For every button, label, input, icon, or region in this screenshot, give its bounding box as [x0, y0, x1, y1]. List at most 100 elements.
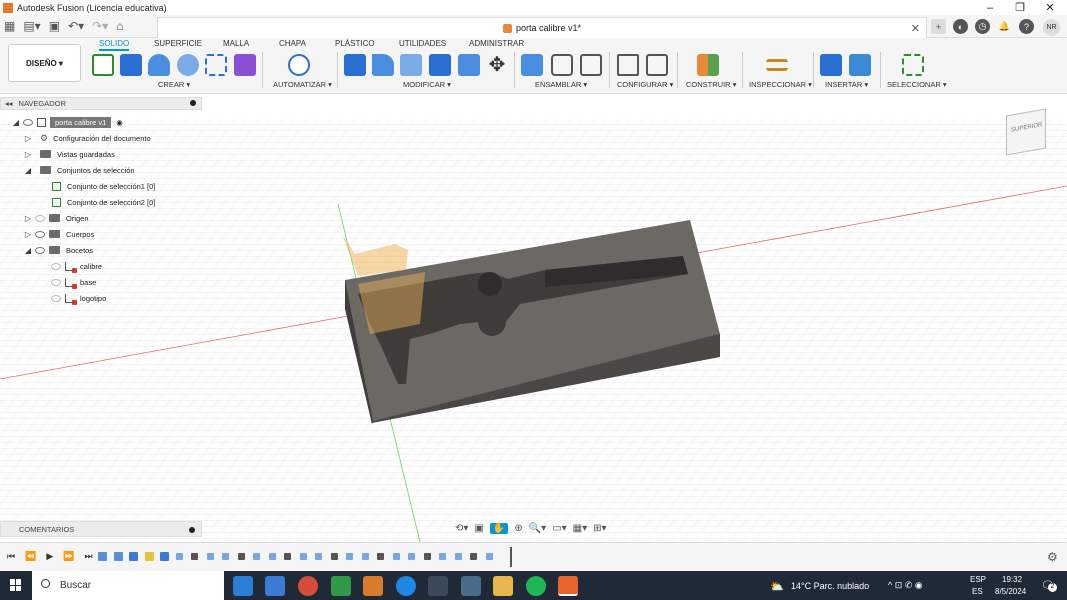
group-crear[interactable]: CREAR ▾: [158, 80, 190, 89]
new-tab-button[interactable]: +: [931, 19, 946, 34]
timeline-settings-icon[interactable]: ⚙: [1047, 550, 1058, 564]
user-avatar[interactable]: NR: [1043, 19, 1060, 36]
weather-icon[interactable]: ⛅: [770, 580, 784, 593]
group-seleccionar[interactable]: SELECCIONAR ▾: [887, 80, 947, 89]
timeline-feature-icon[interactable]: [160, 552, 169, 561]
collapsed-arrow-icon[interactable]: ▷: [24, 230, 32, 239]
document-tab[interactable]: porta calibre v1* ✕: [157, 17, 927, 38]
fit-icon[interactable]: 🔍▾: [529, 523, 546, 534]
timeline-feature-icon[interactable]: [454, 553, 462, 560]
view-cube[interactable]: SUPERIOR: [1006, 108, 1046, 156]
move-icon[interactable]: ✥: [486, 54, 508, 76]
comments-pin-icon[interactable]: [189, 527, 195, 533]
revolve-icon[interactable]: [148, 54, 170, 76]
tree-item-sketches[interactable]: ◢ Bocetos: [24, 243, 93, 257]
hole-icon[interactable]: [177, 54, 199, 76]
create-sketch-icon[interactable]: [92, 54, 114, 76]
fusion-app-icon[interactable]: [558, 576, 578, 596]
timeline-feature-icon[interactable]: [485, 553, 493, 560]
timeline-feature-icon[interactable]: [253, 553, 260, 560]
play-icon[interactable]: ▶: [46, 551, 53, 562]
timeline-feature-icon[interactable]: [299, 553, 307, 560]
pan-icon[interactable]: ✋: [489, 522, 509, 534]
look-at-icon[interactable]: ▣: [474, 523, 483, 534]
timeline-feature-icon[interactable]: [113, 552, 123, 561]
home-icon[interactable]: ⌂: [116, 19, 123, 33]
help-icon[interactable]: ?: [1019, 19, 1034, 34]
browser-header[interactable]: ◂◂ NAVEGADOR: [0, 97, 202, 110]
expanded-arrow-icon[interactable]: ◢: [24, 166, 32, 175]
timeline-feature-icon[interactable]: [361, 553, 369, 560]
redo-icon[interactable]: ↷▾: [92, 19, 108, 33]
timeline-feature-icon[interactable]: [377, 553, 384, 560]
timeline-feature-icon[interactable]: [315, 553, 322, 560]
windows-start-icon[interactable]: [10, 579, 22, 591]
orbit-icon[interactable]: ⟲▾: [455, 523, 468, 534]
notifications-bell-icon[interactable]: 🔔: [997, 19, 1012, 34]
timeline-feature-icon[interactable]: [191, 553, 198, 560]
construct-plane-icon[interactable]: [697, 54, 719, 76]
file-explorer-icon[interactable]: [493, 576, 513, 596]
tab-superficie[interactable]: SUPERFICIE: [154, 39, 202, 48]
group-configurar[interactable]: CONFIGURAR ▾: [617, 80, 673, 89]
close-tab-icon[interactable]: ✕: [911, 22, 920, 35]
timeline-feature-icon[interactable]: [175, 553, 183, 560]
timeline-feature-icon[interactable]: [144, 552, 154, 561]
tab-solido[interactable]: SOLIDO: [99, 39, 130, 51]
tab-chapa[interactable]: CHAPA: [279, 39, 306, 48]
visibility-eye-icon[interactable]: [35, 246, 45, 254]
configuration-table-icon[interactable]: [646, 54, 668, 76]
extrude-icon[interactable]: [120, 54, 142, 76]
mail-app-icon[interactable]: [233, 576, 253, 596]
go-to-end-icon[interactable]: ⏭: [84, 551, 92, 562]
joint-icon[interactable]: [551, 54, 573, 76]
spotify-app-icon[interactable]: [526, 576, 546, 596]
tree-item-sketch-base[interactable]: base: [48, 275, 96, 289]
timeline-feature-icon[interactable]: [222, 553, 229, 560]
app-grid-icon[interactable]: ▦: [4, 19, 15, 33]
timeline-feature-icon[interactable]: [268, 553, 276, 560]
visibility-eye-icon[interactable]: [51, 294, 61, 302]
timeline-feature-icon[interactable]: [423, 553, 431, 560]
inkscape-app-icon[interactable]: [428, 576, 448, 596]
create-form-icon[interactable]: [234, 54, 256, 76]
browser-pin-icon[interactable]: [190, 100, 196, 106]
timeline-marker[interactable]: [510, 547, 512, 567]
tab-utilidades[interactable]: UTILIDADES: [399, 39, 446, 48]
grid-settings-icon[interactable]: ▦▾: [573, 523, 587, 534]
split-body-icon[interactable]: [458, 54, 480, 76]
tree-item-selection-sets[interactable]: ◢ Conjuntos de selección: [24, 163, 135, 177]
tab-administrar[interactable]: ADMINISTRAR: [469, 39, 524, 48]
weather-text[interactable]: 14°C Parc. nublado: [791, 581, 869, 591]
as-built-joint-icon[interactable]: [580, 54, 602, 76]
timeline-feature-icon[interactable]: [284, 553, 291, 560]
language-bottom[interactable]: ES: [972, 587, 983, 596]
group-modificar[interactable]: MODIFICAR ▾: [403, 80, 451, 89]
timeline-feature-icon[interactable]: [237, 553, 245, 560]
go-to-start-icon[interactable]: ⏮: [7, 551, 15, 562]
new-component-icon[interactable]: [521, 54, 543, 76]
office-app-icon[interactable]: [363, 576, 383, 596]
extensions-icon[interactable]: ◐: [953, 19, 968, 34]
expanded-arrow-icon[interactable]: ◢: [24, 246, 32, 255]
tab-malla[interactable]: MALLA: [223, 39, 249, 48]
step-back-icon[interactable]: ⏪: [25, 551, 36, 562]
edge-app-icon[interactable]: [396, 576, 416, 596]
clock-date[interactable]: 8/5/2024: [995, 587, 1026, 596]
tree-item-sketch-calibre[interactable]: calibre: [48, 259, 102, 273]
collapse-icon[interactable]: ◂◂: [5, 99, 13, 108]
timeline-feature-icon[interactable]: [206, 553, 214, 560]
insert-canvas-icon[interactable]: [849, 54, 871, 76]
group-insertar[interactable]: INSERTAR ▾: [825, 80, 868, 89]
tree-item-doc-settings[interactable]: ▷ ⚙ Configuración del documento: [24, 131, 151, 145]
fillet-icon[interactable]: [372, 54, 394, 76]
tree-item-origin[interactable]: ▷ Origen: [24, 211, 89, 225]
timeline-feature-icon[interactable]: [408, 553, 415, 560]
comments-panel[interactable]: COMENTARIOS: [0, 521, 202, 537]
select-icon[interactable]: [902, 54, 924, 76]
tree-root[interactable]: ◢ porta calibre v1 ◉: [12, 115, 123, 129]
visibility-eye-icon[interactable]: [35, 230, 45, 238]
timeline-feature-icon[interactable]: [439, 553, 446, 560]
collapsed-arrow-icon[interactable]: ▷: [24, 134, 32, 143]
collapsed-arrow-icon[interactable]: ▷: [24, 214, 32, 223]
